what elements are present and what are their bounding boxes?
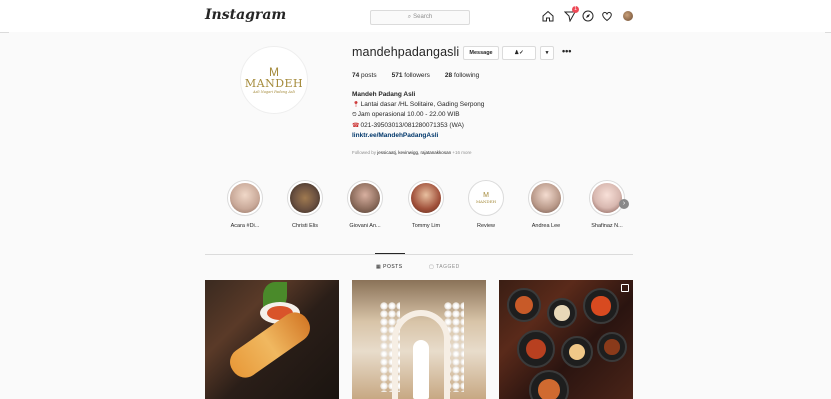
post-thumbnail[interactable] bbox=[205, 280, 339, 399]
highlight-cover bbox=[592, 183, 622, 213]
bio-phone-line: ☎021-39503013/081280071353 (WA) bbox=[352, 121, 464, 129]
profile-username: mandehpadangasli bbox=[352, 45, 460, 59]
avatar[interactable] bbox=[621, 9, 635, 23]
highlight-label: Christi Elis bbox=[292, 223, 318, 229]
message-button[interactable]: Message bbox=[463, 46, 499, 60]
bio-website-link[interactable]: linktr.ee/MandehPadangAsli bbox=[352, 131, 484, 141]
tag-icon: ▢ bbox=[429, 264, 435, 270]
story-highlight[interactable]: Andrea Lee bbox=[516, 180, 576, 229]
home-icon[interactable] bbox=[541, 9, 555, 23]
post-thumbnail[interactable] bbox=[352, 280, 486, 399]
story-highlight[interactable]: Christi Elis bbox=[275, 180, 335, 229]
bio-location-line: 📍︎Lantai dasar /HL Solitaire, Gading Ser… bbox=[352, 100, 485, 108]
location-pin-icon: 📍︎ bbox=[352, 101, 360, 108]
profile-full-name: Mandeh Padang Asli bbox=[352, 91, 416, 98]
followers-stat[interactable]: 571 followers bbox=[392, 72, 430, 79]
highlight-cover bbox=[411, 183, 441, 213]
highlight-label: Giovani An... bbox=[349, 223, 381, 229]
multiple-photos-icon bbox=[621, 284, 629, 292]
instagram-logo[interactable]: Instagram bbox=[205, 7, 286, 23]
story-highlight[interactable]: M MANDEH Review bbox=[456, 180, 516, 229]
following-stat[interactable]: 28 following bbox=[445, 72, 479, 79]
followed-by-text[interactable]: Followed by jessicaatj, kevinwigg, rajat… bbox=[352, 150, 471, 155]
highlight-cover bbox=[230, 183, 260, 213]
review-logo-mark: M bbox=[483, 192, 489, 199]
food-dish bbox=[583, 288, 619, 324]
direct-icon[interactable]: 1 bbox=[563, 6, 579, 23]
profile-avatar-small bbox=[623, 11, 633, 21]
bride-figure bbox=[413, 340, 429, 399]
phone-icon: ☎ bbox=[352, 122, 360, 129]
highlight-cover bbox=[350, 183, 380, 213]
brand-logo-mark: M bbox=[269, 64, 279, 79]
food-dish bbox=[517, 330, 555, 368]
highlight-label: Acara #Di... bbox=[230, 223, 260, 229]
food-dish bbox=[561, 336, 593, 368]
highlight-cover: M MANDEH bbox=[471, 183, 501, 213]
profile-picture[interactable]: M MANDEH Asli Nagari Padang Asli bbox=[240, 46, 308, 114]
grid-icon: ▦ bbox=[376, 264, 382, 270]
highlight-label: Shafinaz N... bbox=[591, 223, 623, 229]
story-highlight[interactable]: Tommy Lim bbox=[396, 180, 456, 229]
profile-stats: 74 posts 571 followers 28 following bbox=[352, 72, 479, 79]
tab-posts[interactable]: ▦ POSTS bbox=[376, 264, 403, 270]
active-tab-indicator bbox=[375, 253, 405, 254]
highlight-label: Andrea Lee bbox=[531, 223, 561, 229]
review-logo-name: MANDEH bbox=[475, 199, 497, 204]
posts-stat: 74 posts bbox=[352, 72, 377, 79]
tabs-divider bbox=[205, 254, 633, 255]
search-icon: ⌕ bbox=[407, 14, 412, 20]
chevron-down-icon: ▾ bbox=[545, 50, 549, 56]
clock-icon: ⏲ bbox=[352, 112, 357, 118]
highlight-cover bbox=[531, 183, 561, 213]
brand-logo-name: MANDEH bbox=[244, 76, 304, 90]
highlight-cover bbox=[290, 183, 320, 213]
story-highlight[interactable]: Giovani An... bbox=[335, 180, 395, 229]
compass-icon[interactable] bbox=[581, 9, 595, 23]
profile-bio: Mandeh Padang Asli 📍︎Lantai dasar /HL So… bbox=[352, 90, 484, 141]
following-icon: ♟✓ bbox=[514, 50, 524, 56]
search-placeholder: Search bbox=[413, 14, 433, 20]
brand-logo-tagline: Asli Nagari Padang Asli bbox=[253, 89, 295, 94]
notification-badge: 1 bbox=[572, 6, 579, 13]
food-dish bbox=[597, 332, 627, 362]
chevron-right-icon[interactable]: › bbox=[619, 199, 629, 209]
top-navigation-bar: Instagram ⌕ Search 1 bbox=[0, 0, 831, 33]
food-dish bbox=[507, 288, 541, 322]
following-button[interactable]: ♟✓ bbox=[502, 46, 536, 60]
story-highlight[interactable]: Acara #Di... bbox=[215, 180, 275, 229]
heart-icon[interactable] bbox=[600, 9, 614, 23]
suggestions-dropdown-button[interactable]: ▾ bbox=[540, 46, 554, 60]
search-input[interactable]: ⌕ Search bbox=[370, 10, 470, 25]
highlight-label: Review bbox=[476, 223, 496, 229]
highlight-label: Tommy Lim bbox=[411, 223, 441, 229]
bio-hours-line: ⏲Jam operasional 10.00 - 22.00 WIB bbox=[352, 111, 460, 118]
post-thumbnail[interactable] bbox=[499, 280, 633, 399]
tab-tagged[interactable]: ▢ TAGGED bbox=[429, 264, 460, 270]
food-dish bbox=[547, 298, 577, 328]
food-dish bbox=[529, 370, 569, 399]
more-options-button[interactable]: ••• bbox=[562, 46, 571, 56]
